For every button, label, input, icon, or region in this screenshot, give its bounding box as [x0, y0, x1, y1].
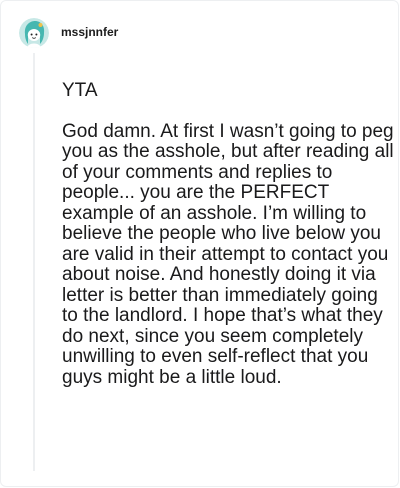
thread-line[interactable] [33, 53, 35, 471]
snoo-avatar-icon[interactable] [19, 18, 49, 48]
comment-author[interactable]: mssjnnfer [61, 25, 118, 39]
comment-header: mssjnnfer [19, 17, 118, 49]
comment-text: God damn. At first I wasn’t going to peg… [62, 120, 394, 388]
comment-card: mssjnnfer YTA God damn. At first I wasn’… [0, 0, 399, 487]
comment-verdict: YTA [62, 80, 98, 101]
avatar-image [19, 18, 49, 48]
comment-body: YTA God damn. At first I wasn’t going to… [62, 80, 398, 388]
